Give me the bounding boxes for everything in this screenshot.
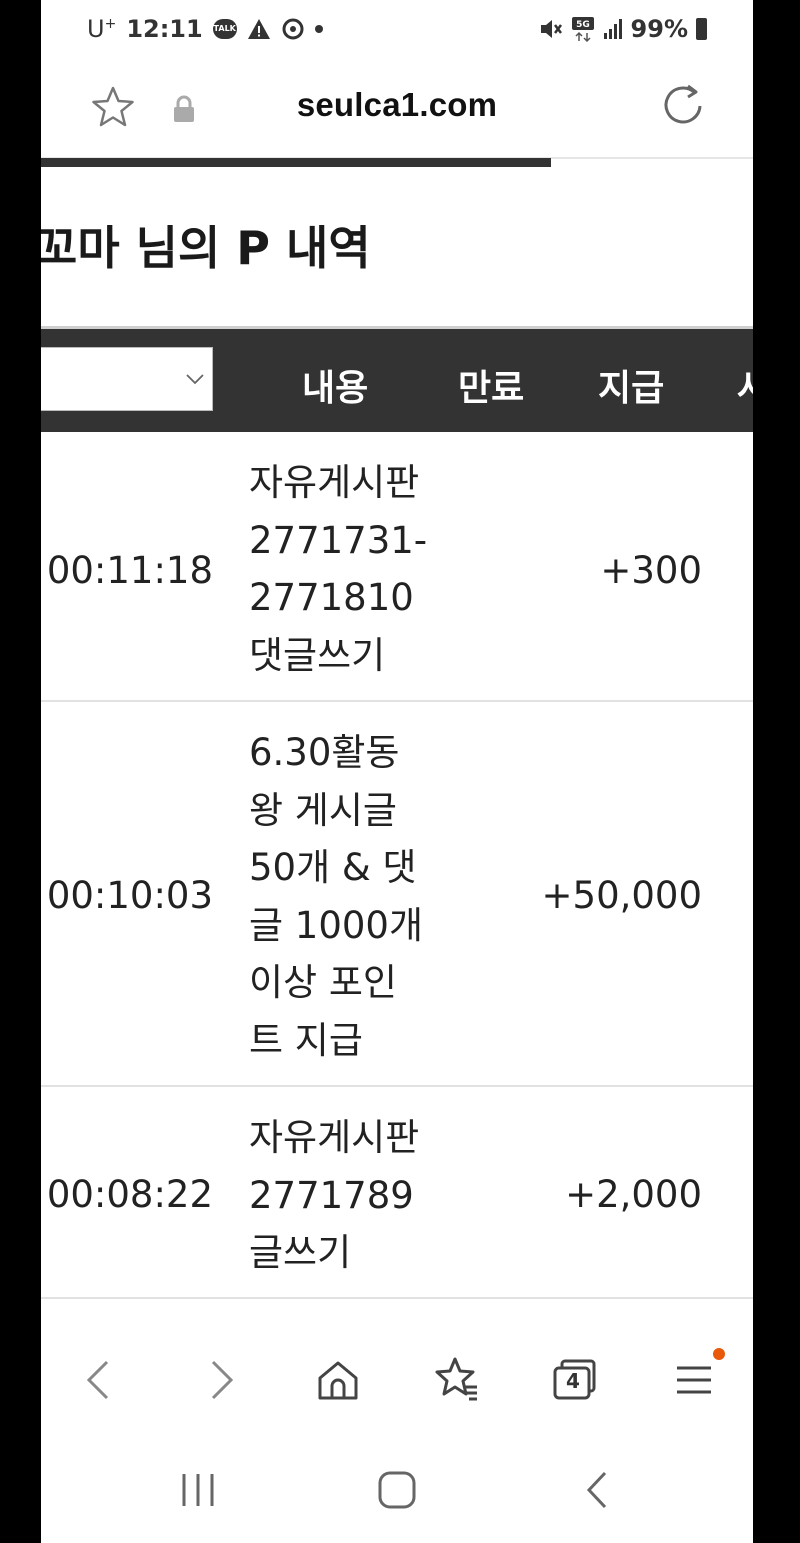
warning-icon (247, 19, 270, 39)
header-content: 내용 (302, 368, 369, 409)
mute-icon (540, 20, 562, 38)
table-row: 0 00:08:22 자유게시판 2771789 글쓰기 +2,000 (41, 1087, 753, 1299)
address-bar: seulca1.com (41, 60, 753, 158)
row-content: 6.30활동 왕 게시글 50개 & 댓 글 1000개 이상 포인 트 지급 (249, 731, 424, 1062)
row-date: 0 00:08:22 (41, 1173, 213, 1216)
status-bar: U+ 12:11 TALK 5G 99% (41, 0, 753, 58)
row-content: 자유게시판 2771731- 2771810 댓글쓰기 (249, 461, 428, 677)
battery-icon (696, 18, 707, 40)
recent-apps-icon[interactable] (176, 1470, 220, 1510)
hamburger-menu-icon (677, 1366, 711, 1394)
header-expiry: 만료 (458, 368, 525, 409)
carrier-label: U+ (87, 15, 117, 43)
filter-select[interactable] (41, 347, 213, 411)
row-date: 0 00:11:18 (41, 549, 213, 592)
url-text[interactable]: seulca1.com (41, 86, 753, 124)
home-icon[interactable] (312, 1354, 364, 1406)
row-content: 자유게시판 2771789 글쓰기 (249, 1116, 420, 1274)
row-amount: +2,000 (565, 1173, 702, 1216)
browser-screen: U+ 12:11 TALK 5G 99% seulca1.com 꼬마 님의 P… (41, 0, 753, 1543)
back-nav-icon[interactable] (575, 1470, 619, 1510)
sync-icon (282, 18, 304, 40)
menu-button[interactable] (669, 1348, 725, 1406)
status-right: 5G 99% (539, 12, 707, 46)
status-left: U+ 12:11 TALK (87, 12, 323, 46)
tabs-button[interactable]: 4 (549, 1354, 601, 1406)
kakaotalk-icon: TALK (212, 19, 237, 39)
chevron-down-icon (186, 374, 204, 385)
row-amount: +300 (600, 549, 702, 592)
page-title: 꼬마 님의 P 내역 (41, 221, 371, 275)
clock: 12:11 (126, 15, 203, 43)
table-row: 0 00:11:18 자유게시판 2771731- 2771810 댓글쓰기 +… (41, 432, 753, 702)
browser-toolbar: 4 (41, 1300, 753, 1430)
svg-text:5G: 5G (576, 20, 590, 30)
signal-icon (603, 19, 622, 39)
page-load-progress (41, 158, 551, 167)
row-date: 0 00:10:03 (41, 874, 213, 917)
table-header: 내용 만료 지급 사 (41, 329, 753, 432)
bookmarks-icon[interactable] (431, 1354, 483, 1406)
row-amount: +50,000 (541, 874, 702, 917)
reload-icon[interactable] (659, 82, 707, 130)
system-nav-bar (41, 1432, 753, 1543)
home-nav-icon[interactable] (375, 1470, 419, 1510)
battery-percent: 99% (630, 15, 688, 43)
forward-arrow-icon[interactable] (195, 1354, 247, 1406)
network-5g-icon: 5G (571, 17, 594, 42)
header-truncated: 사 (737, 359, 753, 411)
tab-count: 4 (566, 1369, 580, 1393)
header-paid: 지급 (598, 368, 665, 409)
table-row: 0 00:10:03 6.30활동 왕 게시글 50개 & 댓 글 1000개 … (41, 702, 753, 1087)
notification-dot (713, 1348, 725, 1360)
more-notifications-dot (314, 25, 323, 33)
back-arrow-icon[interactable] (73, 1354, 125, 1406)
